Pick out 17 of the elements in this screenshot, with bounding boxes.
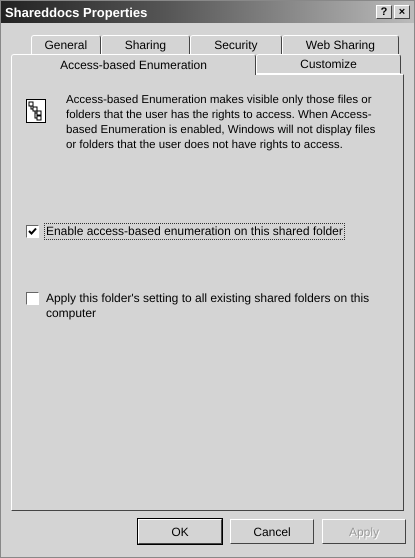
tab[interactable]: Customize <box>256 54 401 74</box>
checkbox[interactable] <box>26 225 39 238</box>
dialog-button[interactable]: Cancel <box>230 519 314 544</box>
window-title: Shareddocs Properties <box>5 4 148 20</box>
tree-icon <box>26 99 46 123</box>
tab[interactable]: Access-based Enumeration <box>11 54 256 75</box>
checkbox-label[interactable]: Apply this folder's setting to all existing shared folders on this computer <box>44 290 378 322</box>
help-button[interactable]: ? <box>376 5 392 19</box>
tab[interactable]: Security <box>190 35 282 54</box>
close-button[interactable]: × <box>394 5 410 19</box>
checkbox-label[interactable]: Enable access-based enumeration on this shared folder <box>44 223 345 240</box>
tab[interactable]: General <box>31 35 101 54</box>
tab[interactable]: Web Sharing <box>282 35 399 54</box>
description-text: Access-based Enumeration makes visible only those files or folders that the user has the rights to access. When Access-based Enumeration is enabled, Windows will not display files or folders that the user does not have rights to access. <box>66 93 376 153</box>
checkbox[interactable] <box>26 292 39 305</box>
tab[interactable]: Sharing <box>100 35 190 54</box>
dialog-button[interactable]: OK <box>138 519 222 544</box>
